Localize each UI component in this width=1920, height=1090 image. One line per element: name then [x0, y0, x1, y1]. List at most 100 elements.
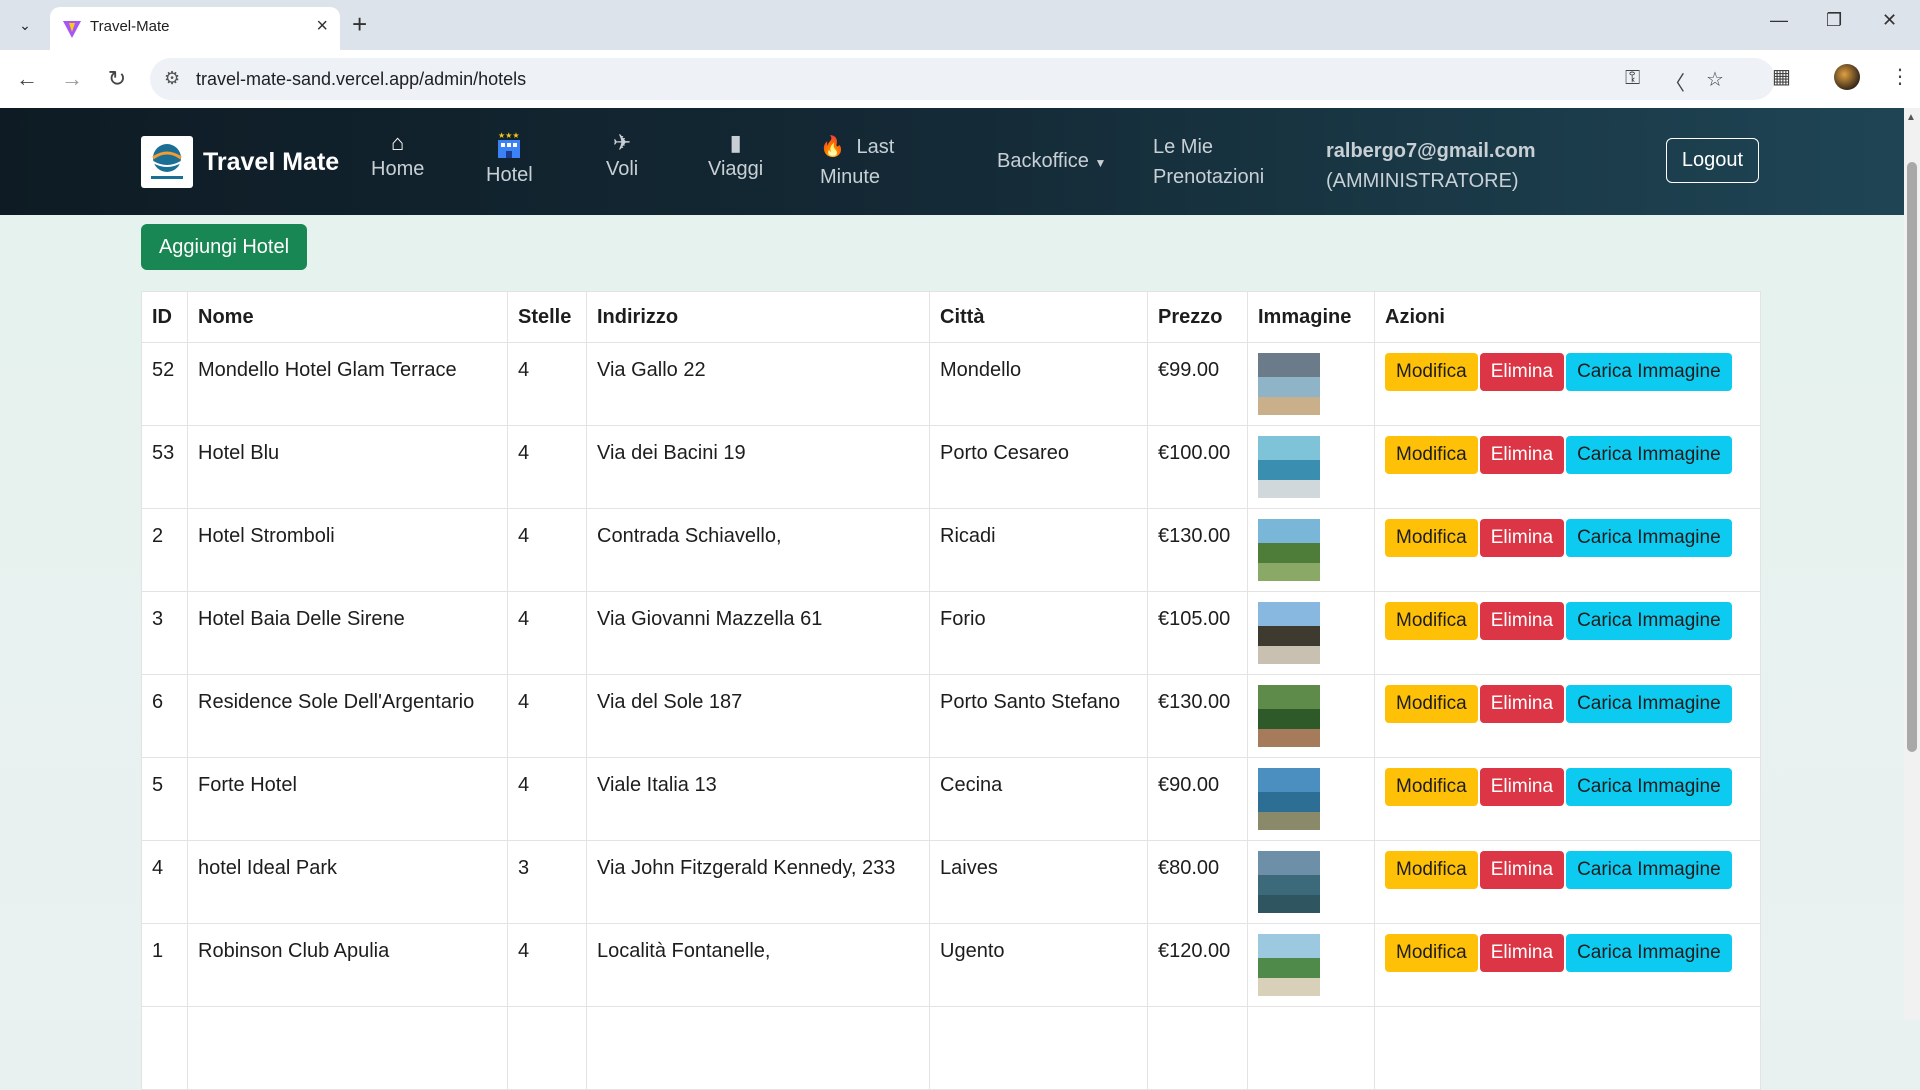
col-header-citta: Città — [929, 291, 1148, 343]
user-info: ralbergo7@gmail.com (AMMINISTRATORE) — [1326, 136, 1536, 196]
reload-icon[interactable]: ↻ — [100, 62, 134, 96]
table-row: 52 Mondello Hotel Glam Terrace 4 Via Gallo … — [141, 342, 1761, 426]
url-text[interactable]: travel-mate-sand.vercel.app/admin/hotels — [196, 69, 526, 90]
nav-mie-prenotazioni[interactable]: Le Mie Prenotazioni — [1153, 132, 1264, 192]
col-header-prezzo: Prezzo — [1147, 291, 1248, 343]
back-arrow-icon[interactable]: ← — [10, 62, 44, 96]
upload-image-button[interactable]: Carica Immagine — [1566, 602, 1732, 640]
cell-indirizzo: Via del Sole 187 — [586, 674, 930, 758]
col-header-immagine: Immagine — [1247, 291, 1375, 343]
upload-image-button[interactable]: Carica Immagine — [1566, 519, 1732, 557]
nav-last-minute-line2: Minute — [820, 166, 881, 188]
table-header-row: ID Nome Stelle Indirizzo Città Prezzo Im… — [141, 291, 1761, 343]
nav-last-minute[interactable]: 🔥 Last Minute — [820, 132, 894, 192]
hotel-thumbnail — [1258, 934, 1320, 996]
delete-button[interactable]: Elimina — [1479, 353, 1565, 391]
cell-citta: Laives — [929, 840, 1148, 924]
browser-tabstrip: ⌄ Travel-Mate × + — ❐ ✕ — [0, 0, 1920, 50]
logout-button[interactable]: Logout — [1666, 138, 1759, 183]
restore-icon[interactable]: ❐ — [1826, 10, 1842, 31]
cell-indirizzo: Via Giovanni Mazzella 61 — [586, 591, 930, 675]
nav-hotel[interactable]: ★★★ Hotel — [486, 130, 533, 186]
fire-icon: 🔥 — [820, 136, 845, 158]
cell-citta: Forio — [929, 591, 1148, 675]
delete-button[interactable]: Elimina — [1479, 519, 1565, 557]
delete-button[interactable]: Elimina — [1479, 436, 1565, 474]
edit-button[interactable]: Modifica — [1385, 851, 1478, 889]
edit-button[interactable]: Modifica — [1385, 436, 1478, 474]
col-header-nome: Nome — [187, 291, 508, 343]
upload-image-button[interactable]: Carica Immagine — [1566, 768, 1732, 806]
upload-image-button[interactable]: Carica Immagine — [1566, 353, 1732, 391]
forward-arrow-icon[interactable]: → — [55, 62, 89, 96]
close-tab-icon[interactable]: × — [316, 15, 328, 38]
minimize-icon[interactable]: — — [1770, 10, 1788, 31]
cell-nome: Residence Sole Dell'Argentario — [187, 674, 508, 758]
nav-viaggi-label: Viaggi — [708, 158, 764, 180]
table-row: 6 Residence Sole Dell'Argentario 4 Via del … — [141, 674, 1761, 758]
cell-indirizzo: Contrada Schiavello, — [586, 508, 930, 592]
cell-citta: Ricadi — [929, 508, 1148, 592]
delete-button[interactable]: Elimina — [1479, 934, 1565, 972]
cell-id: 53 — [141, 425, 188, 509]
main-content: Aggiungi Hotel ID Nome Stelle Indirizzo … — [0, 215, 1904, 1090]
brand-name[interactable]: Travel Mate — [203, 148, 339, 177]
cell-immagine — [1247, 425, 1375, 509]
upload-image-button[interactable]: Carica Immagine — [1566, 934, 1732, 972]
cell-azioni: Modifica Elimina Carica Immagine — [1374, 674, 1761, 758]
edit-button[interactable]: Modifica — [1385, 519, 1478, 557]
delete-button[interactable]: Elimina — [1479, 851, 1565, 889]
edit-button[interactable]: Modifica — [1385, 768, 1478, 806]
delete-button[interactable]: Elimina — [1479, 768, 1565, 806]
edit-button[interactable]: Modifica — [1385, 602, 1478, 640]
cell-id: 5 — [141, 757, 188, 841]
close-window-icon[interactable]: ✕ — [1882, 10, 1897, 31]
upload-image-button[interactable]: Carica Immagine — [1566, 436, 1732, 474]
hotel-thumbnail — [1258, 436, 1320, 498]
nav-backoffice-dropdown[interactable]: Backoffice ▼ — [997, 146, 1106, 178]
star-icon[interactable]: ☆ — [1706, 67, 1724, 92]
browser-tab[interactable]: Travel-Mate × — [50, 7, 340, 50]
cell-citta: Cecina — [929, 757, 1148, 841]
col-header-stelle: Stelle — [507, 291, 587, 343]
cell-immagine — [1247, 591, 1375, 675]
table-row: 53 Hotel Blu 4 Via dei Bacini 19 Porto Cesar… — [141, 425, 1761, 509]
address-bar[interactable]: ⚙ travel-mate-sand.vercel.app/admin/hote… — [150, 58, 1775, 100]
scrollbar-thumb[interactable] — [1907, 162, 1917, 752]
translate-icon[interactable]: 〈 — [1665, 67, 1685, 96]
tab-search-button[interactable]: ⌄ — [8, 10, 42, 40]
nav-viaggi[interactable]: ▮ Viaggi — [708, 130, 763, 181]
key-icon[interactable]: ⚿ — [1625, 67, 1640, 90]
cell-prezzo: €130.00 — [1147, 508, 1248, 592]
nav-last-minute-line1: Last — [856, 136, 895, 158]
extensions-icon[interactable]: ▦ — [1772, 64, 1791, 89]
cell-prezzo: €90.00 — [1147, 757, 1248, 841]
add-hotel-button[interactable]: Aggiungi Hotel — [141, 224, 307, 270]
cell-prezzo: €120.00 — [1147, 923, 1248, 1007]
upload-image-button[interactable]: Carica Immagine — [1566, 851, 1732, 889]
new-tab-button[interactable]: + — [352, 9, 367, 39]
brand-logo[interactable] — [141, 136, 193, 188]
edit-button[interactable]: Modifica — [1385, 685, 1478, 723]
scroll-up-icon[interactable]: ▲ — [1906, 112, 1916, 123]
cell-prezzo: €130.00 — [1147, 674, 1248, 758]
more-menu-icon[interactable]: ⋮ — [1890, 64, 1910, 89]
edit-button[interactable]: Modifica — [1385, 934, 1478, 972]
edit-button[interactable]: Modifica — [1385, 353, 1478, 391]
col-header-azioni: Azioni — [1374, 291, 1761, 343]
nav-voli[interactable]: ✈ Voli — [606, 130, 638, 181]
delete-button[interactable]: Elimina — [1479, 602, 1565, 640]
nav-home-label: Home — [371, 158, 425, 180]
cell-indirizzo: Località Fontanelle, — [586, 923, 930, 1007]
delete-button[interactable]: Elimina — [1479, 685, 1565, 723]
cell-id: 1 — [141, 923, 188, 1007]
caret-down-icon: ▼ — [1094, 156, 1107, 170]
hotel-thumbnail — [1258, 602, 1320, 664]
site-settings-icon[interactable]: ⚙ — [164, 68, 180, 89]
profile-avatar[interactable] — [1834, 64, 1860, 90]
cell-indirizzo: Via Gallo 22 — [586, 342, 930, 426]
upload-image-button[interactable]: Carica Immagine — [1566, 685, 1732, 723]
cell-prezzo: €105.00 — [1147, 591, 1248, 675]
nav-home[interactable]: ⌂ Home — [371, 130, 424, 181]
cell-azioni: Modifica Elimina Carica Immagine — [1374, 757, 1761, 841]
